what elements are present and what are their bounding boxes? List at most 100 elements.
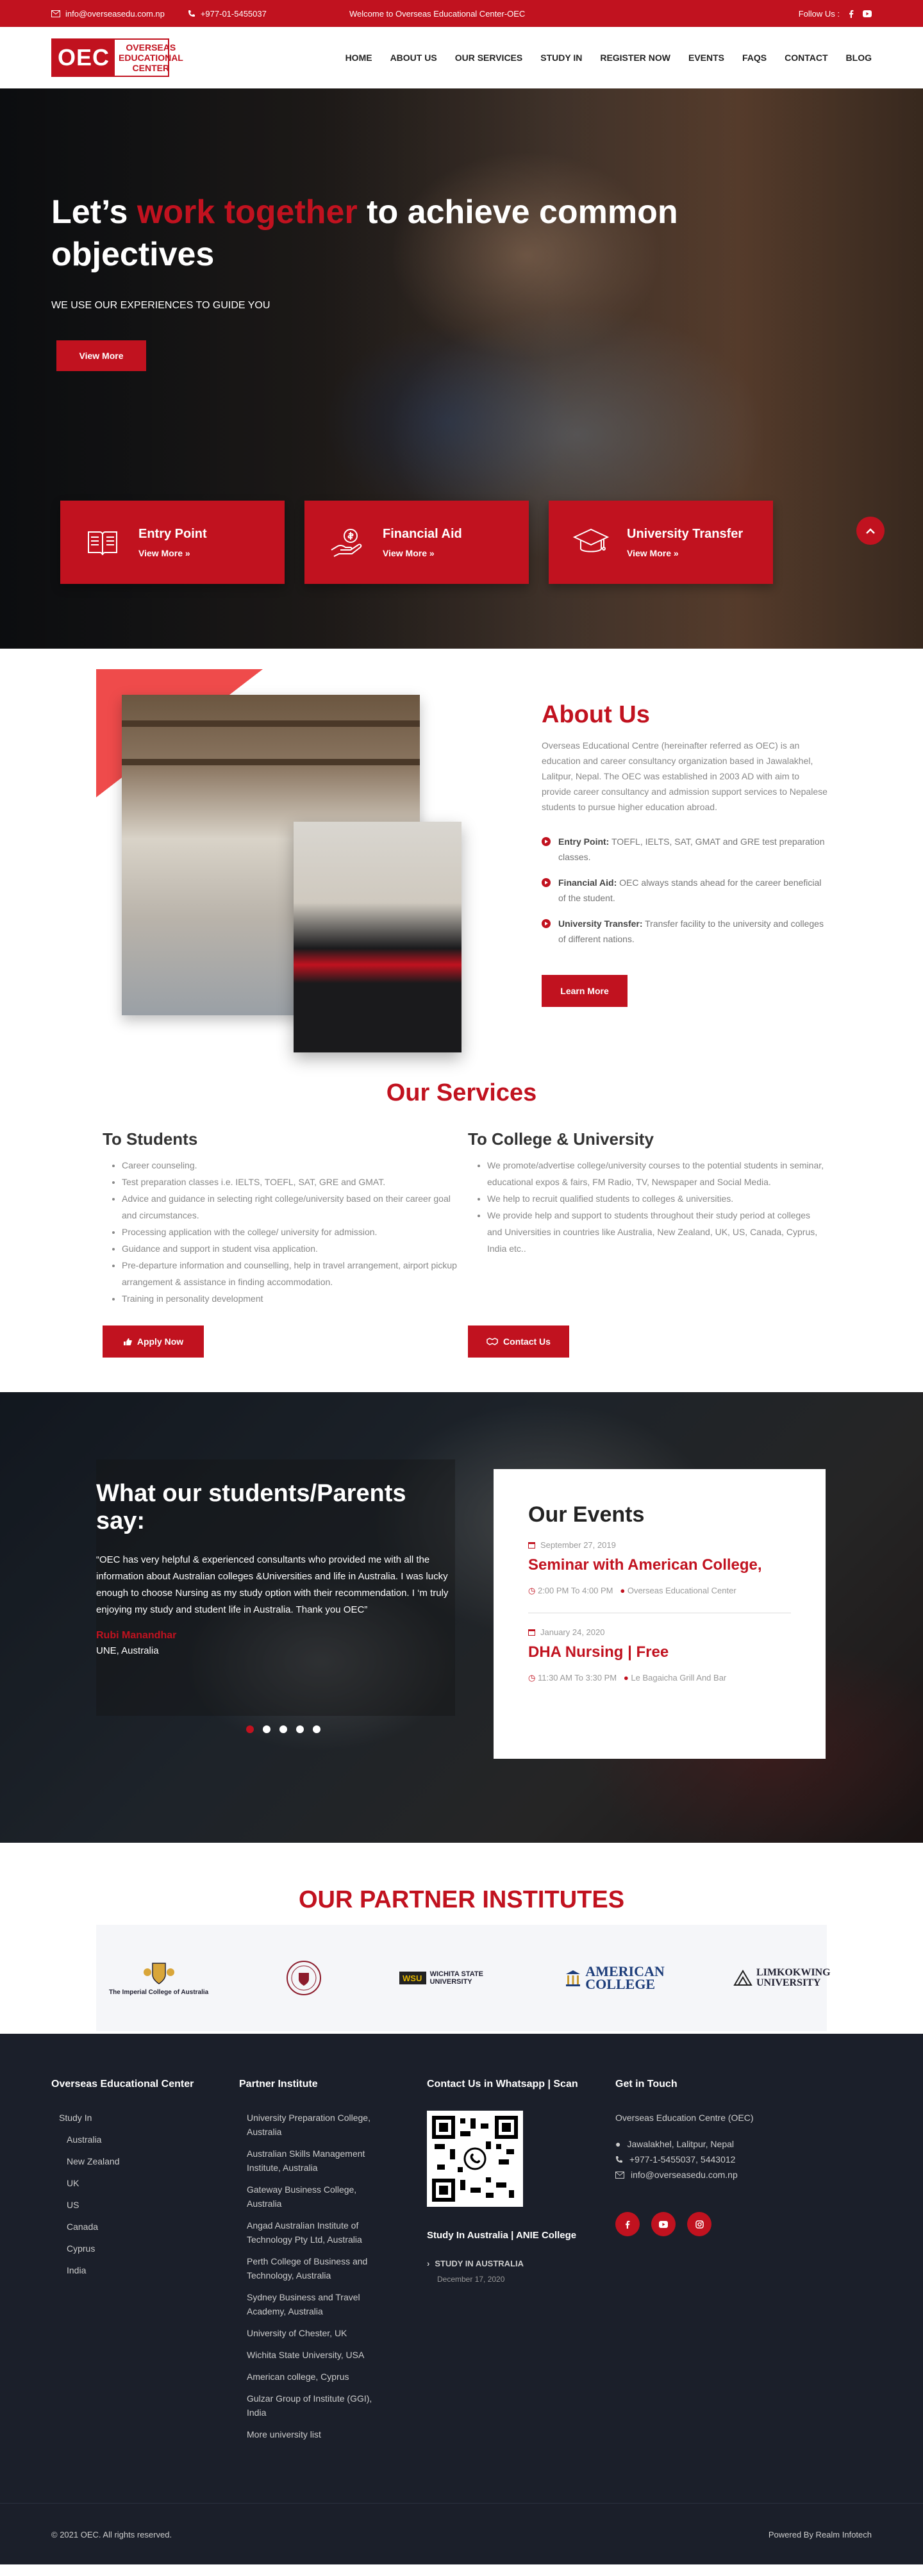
learn-more-button[interactable]: Learn More xyxy=(542,975,628,1007)
footer-country-link[interactable]: US xyxy=(51,2198,218,2212)
carousel-dot[interactable] xyxy=(313,1725,320,1733)
facebook-icon[interactable] xyxy=(615,2212,640,2236)
mail-icon xyxy=(51,10,60,17)
feature-financial-aid[interactable]: Financial Aid View More » xyxy=(304,501,529,584)
nav-about-us[interactable]: ABOUT US xyxy=(390,53,437,63)
feature-entry-point[interactable]: Entry Point View More » xyxy=(60,501,285,584)
hero-view-more-button[interactable]: View More xyxy=(56,340,146,371)
footer-phone[interactable]: +977-1-5455037, 5443012 xyxy=(615,2154,782,2165)
footer-country-link[interactable]: Canada xyxy=(51,2220,218,2234)
follow-us-label: Follow Us : xyxy=(798,8,840,19)
footer-country-link[interactable]: Cyprus xyxy=(51,2241,218,2256)
nav-study-in[interactable]: STUDY IN xyxy=(540,53,582,63)
nav-blog[interactable]: BLOG xyxy=(846,53,872,63)
footer-partner-link[interactable]: Sydney Business and Travel Academy, Aust… xyxy=(239,2290,387,2318)
feature-university-transfer[interactable]: University Transfer View More » xyxy=(549,501,773,584)
carousel-dot[interactable] xyxy=(279,1725,287,1733)
about-item: Entry Point: TOEFL, IELTS, SAT, GMAT and… xyxy=(542,834,830,865)
event-item: September 27, 2019 Seminar with American… xyxy=(528,1540,791,1599)
hero-section: Let’s work together to achieve common ob… xyxy=(0,88,923,649)
services-colleges-heading: To College & University xyxy=(468,1129,654,1149)
footer-partner-link[interactable]: More university list xyxy=(239,2427,387,2441)
list-item: Test preparation classes i.e. IELTS, TOE… xyxy=(122,1174,462,1190)
footer-partner-link[interactable]: Gateway Business College, Australia xyxy=(239,2182,387,2211)
feature-view-more[interactable]: View More » xyxy=(138,548,207,558)
whatsapp-qr-code xyxy=(427,2111,523,2207)
about-item: Financial Aid: OEC always stands ahead f… xyxy=(542,875,830,906)
footer-partner-link[interactable]: Wichita State University, USA xyxy=(239,2348,387,2362)
footer-partner-link[interactable]: American college, Cyprus xyxy=(239,2370,387,2384)
topbar-email[interactable]: info@overseasedu.com.np xyxy=(51,9,165,19)
hero-subtitle: WE USE OUR EXPERIENCES TO GUIDE YOU xyxy=(51,300,270,311)
event-venue: Le Bagaicha Grill And Bar xyxy=(631,1673,727,1683)
event-item: January 24, 2020 DHA Nursing | Free ◷ 11… xyxy=(528,1627,791,1686)
follow-us: Follow Us : xyxy=(799,9,872,19)
footer-partner-link[interactable]: Perth College of Business and Technology… xyxy=(239,2254,387,2282)
location-pin-icon: ● xyxy=(620,1586,626,1595)
nav-home[interactable]: HOME xyxy=(345,53,372,63)
footer-event-link[interactable]: › STUDY IN AUSTRALIA xyxy=(427,2259,594,2268)
footer-partner-link[interactable]: Australian Skills Management Institute, … xyxy=(239,2147,387,2175)
testimonial-location: UNE, Australia xyxy=(96,1645,159,1656)
footer-email[interactable]: info@overseasedu.com.np xyxy=(615,2170,782,2180)
testimonial-author: Rubi Manandhar xyxy=(96,1630,177,1641)
partner-logo-imperial[interactable]: The Imperial College of Australia xyxy=(109,1961,208,1996)
youtube-icon[interactable] xyxy=(651,2212,676,2236)
footer-country-link[interactable]: UK xyxy=(51,2176,218,2190)
site-logo[interactable]: OEC OVERSEAS EDUCATIONAL CENTER xyxy=(51,38,183,77)
about-title: About Us xyxy=(542,701,650,728)
carousel-dot[interactable] xyxy=(263,1725,270,1733)
footer-org-name: Overseas Education Centre (OEC) xyxy=(615,2113,754,2123)
nav-faqs[interactable]: FAQS xyxy=(742,53,767,63)
nav-contact[interactable]: CONTACT xyxy=(785,53,827,63)
facebook-icon[interactable] xyxy=(849,10,854,18)
contact-us-button[interactable]: Contact Us xyxy=(468,1325,569,1358)
youtube-icon[interactable] xyxy=(863,10,872,17)
instagram-icon[interactable] xyxy=(687,2212,711,2236)
thumbs-up-icon xyxy=(123,1338,132,1345)
apply-now-button[interactable]: Apply Now xyxy=(103,1325,204,1358)
footer-heading: Contact Us in Whatsapp | Scan xyxy=(427,2079,578,2090)
event-title[interactable]: DHA Nursing | Free xyxy=(528,1643,791,1661)
feature-view-more[interactable]: View More » xyxy=(627,548,743,558)
feature-title: University Transfer xyxy=(627,526,744,541)
footer-partner-link[interactable]: Gulzar Group of Institute (GGI), India xyxy=(239,2391,387,2420)
footer-country-link[interactable]: India xyxy=(51,2263,218,2277)
partner-logo-limkokwing[interactable]: LIMKOKWING UNIVERSITY xyxy=(733,1968,831,1988)
feature-view-more[interactable]: View More » xyxy=(383,548,462,558)
footer-partner-link[interactable]: University of Chester, UK xyxy=(239,2326,387,2340)
events-title: Our Events xyxy=(528,1502,645,1527)
topbar-phone[interactable]: +977-01-5455037 xyxy=(188,9,267,19)
partner-logo-seal[interactable] xyxy=(286,1960,322,1996)
nav-register-now[interactable]: REGISTER NOW xyxy=(600,53,670,63)
footer-heading: Partner Institute xyxy=(239,2079,318,2090)
contact-us-label: Contact Us xyxy=(503,1336,551,1347)
footer-event-title: STUDY IN AUSTRALIA xyxy=(435,2259,524,2268)
list-item: Career counseling. xyxy=(122,1157,462,1174)
clock-icon: ◷ xyxy=(528,1673,536,1683)
event-date-text: January 24, 2020 xyxy=(540,1627,605,1637)
powered-by-text[interactable]: Powered By Realm Infotech xyxy=(769,2530,872,2539)
event-title[interactable]: Seminar with American College, xyxy=(528,1556,791,1574)
footer-country-link[interactable]: New Zealand xyxy=(51,2154,218,2168)
chevron-up-icon xyxy=(866,528,875,534)
testimonial-events-section: What our students/Parents say: “OEC has … xyxy=(0,1392,923,1843)
top-bar: info@overseasedu.com.np +977-01-5455037 … xyxy=(0,0,923,27)
footer-partner-link[interactable]: Angad Australian Institute of Technology… xyxy=(239,2218,387,2247)
footer-partner-link[interactable]: University Preparation College, Australi… xyxy=(239,2111,387,2139)
partner-logo-wichita[interactable]: WSU WICHITA STATE UNIVERSITY xyxy=(399,1970,488,1986)
scroll-top-button[interactable] xyxy=(856,517,885,545)
footer-email-text: info@overseasedu.com.np xyxy=(631,2170,738,2180)
partner-name: The Imperial College of Australia xyxy=(109,1988,209,1996)
footer-country-link[interactable]: Australia xyxy=(51,2132,218,2147)
services-colleges: To College & University We promote/adver… xyxy=(468,1129,827,1257)
partners-section: OUR PARTNER INSTITUTES The Imperial Coll… xyxy=(0,1843,923,2034)
carousel-dot[interactable] xyxy=(296,1725,304,1733)
arrow-bullet-icon xyxy=(542,919,551,928)
shelf-decoration xyxy=(122,720,420,727)
event-date-text: September 27, 2019 xyxy=(540,1540,616,1550)
carousel-dot[interactable] xyxy=(246,1725,254,1733)
partner-logo-american-college[interactable]: AMERICAN COLLEGE xyxy=(565,1965,665,1991)
nav-our-services[interactable]: OUR SERVICES xyxy=(455,53,523,63)
nav-events[interactable]: EVENTS xyxy=(688,53,724,63)
